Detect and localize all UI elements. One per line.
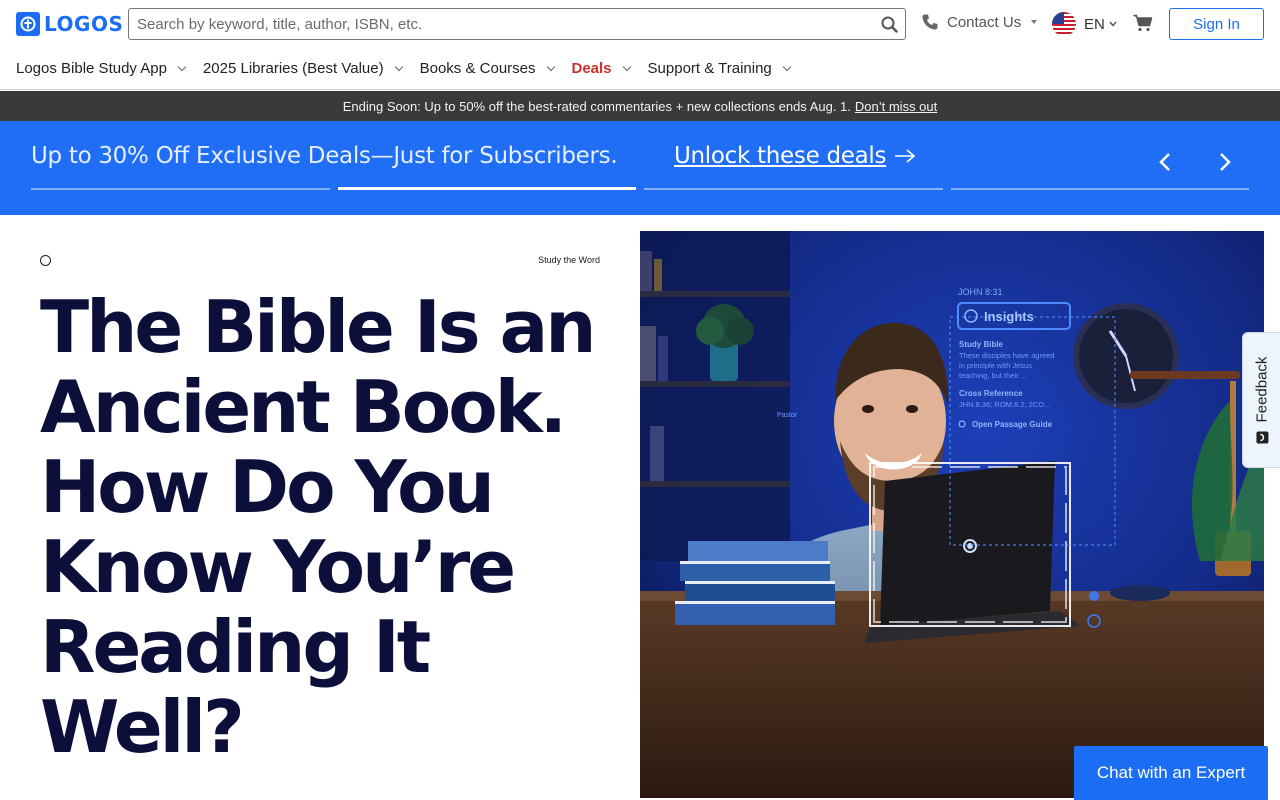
search-icon [881,16,898,33]
chevron-down-icon [782,62,792,71]
cart-button[interactable] [1133,14,1153,37]
chevron-down-icon [622,62,631,71]
nav-item-label: 2025 Libraries (Best Value) [202,60,384,77]
study-bible-line: in principle with Jesus [959,361,1032,370]
slide-indicator-2[interactable] [338,187,636,190]
main-nav: Logos Bible Study App 2025 Libraries (Be… [0,48,1280,90]
study-bible-line: These disciples have agreed [959,351,1054,360]
feedback-label: Feedback [1253,356,1270,422]
logos-logo[interactable]: LOGOS [16,12,123,36]
nav-item-label: Support & Training [647,60,772,77]
language-label: EN [1084,15,1105,33]
contact-us-label: Contact Us [947,13,1022,31]
feedback-tab[interactable]: Feedback [1242,332,1280,468]
verse-reference: JOHN 8:31 [958,287,1003,297]
chevron-down-icon [177,62,187,71]
chevron-down-icon [394,62,403,71]
slide-indicator-1[interactable] [31,188,330,190]
slide-indicator-4[interactable] [951,188,1249,190]
arrow-right-icon [895,149,916,163]
cross-reference-text: JHN.8.36; ROM.8.2; 2CO... [959,400,1050,409]
hero-section: Study the Word The Bible Is an Ancient B… [0,215,640,800]
promo-text: Ending Soon: Up to 50% off the best-rate… [342,98,851,114]
nav-item-deals[interactable]: Deals [571,60,631,77]
cross-reference-title: Cross Reference [959,389,1023,398]
nav-item-label: Books & Courses [419,60,536,77]
nav-item-bible-study-app[interactable]: Logos Bible Study App [16,60,187,77]
search-button[interactable] [873,9,905,39]
passage-guide-label: Open Passage Guide [972,420,1053,429]
search-input[interactable] [129,9,873,39]
logo-wordmark: LOGOS [44,12,124,36]
logos-logo-icon [16,12,40,36]
nav-item-label: Deals [571,60,612,77]
nav-item-books-courses[interactable]: Books & Courses [419,60,555,77]
chat-with-expert-button[interactable]: Chat with an Expert [1074,746,1268,800]
speaker-tag: Pastor [777,412,798,419]
unlock-deals-link[interactable]: Unlock these deals [674,143,916,169]
sign-in-button[interactable]: Sign In [1169,8,1264,40]
promo-strip: Ending Soon: Up to 50% off the best-rate… [0,91,1280,121]
promo-link[interactable]: Don’t miss out [855,99,937,114]
language-selector[interactable]: EN [1052,12,1117,36]
banner-next-button[interactable] [1210,147,1240,177]
chevron-down-icon [546,62,555,71]
contact-us-menu[interactable]: Contact Us [921,13,1038,31]
nav-item-label: Logos Bible Study App [16,60,167,77]
banner-prev-button[interactable] [1150,147,1180,177]
feedback-icon [1255,430,1268,443]
study-bible-title: Study Bible [959,340,1004,349]
deals-banner: Up to 30% Off Exclusive Deals—Just for S… [0,121,1280,215]
chevron-right-icon [1220,153,1231,171]
circle-icon [40,255,51,266]
study-bible-line: teaching, but their ... [959,371,1027,380]
caret-down-icon [1031,20,1038,24]
hero-headline: The Bible Is an Ancient Book. How Do You… [40,285,597,769]
nav-item-support-training[interactable]: Support & Training [647,60,792,77]
hero-eyebrow: Study the Word [538,255,600,265]
chevron-left-icon [1159,153,1170,171]
phone-icon [922,14,938,30]
slide-indicator-3[interactable] [644,188,943,190]
insights-label: Insights [984,309,1034,324]
banner-text: Up to 30% Off Exclusive Deals—Just for S… [31,143,618,169]
unlock-deals-label: Unlock these deals [674,143,887,169]
us-flag-icon [1052,12,1076,36]
cart-icon [1133,14,1153,32]
search-bar [128,8,906,40]
top-header: LOGOS Contact Us EN Sign In [0,0,1280,48]
nav-item-libraries[interactable]: 2025 Libraries (Best Value) [202,60,403,77]
hero-image: JOHN 8:31 Insights Study Bible These dis… [640,231,1264,798]
chevron-down-icon [1109,21,1117,27]
